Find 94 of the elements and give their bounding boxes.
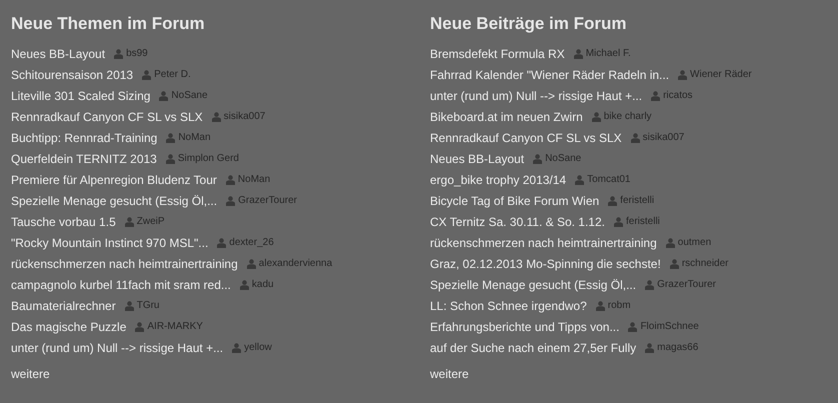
author-name[interactable]: alexandervienna: [258, 258, 332, 269]
author-name[interactable]: feristelli: [626, 216, 660, 227]
topic-link[interactable]: unter (rund um) Null --> rissige Haut +...: [430, 88, 642, 102]
user-icon: [533, 154, 542, 164]
user-icon: [124, 216, 134, 226]
topic-link[interactable]: campagnolo kurbel 11fach mit sram red...: [11, 278, 231, 292]
author-name[interactable]: NoMan: [178, 132, 211, 143]
user-icon: [678, 70, 688, 80]
user-icon: [651, 90, 660, 100]
topic-link[interactable]: Spezielle Menage gesucht (Essig Öl,...: [430, 278, 636, 292]
author-name[interactable]: bike charly: [604, 111, 652, 122]
topic-link[interactable]: Das magische Puzzle: [11, 320, 126, 334]
user-icon: [135, 322, 144, 332]
user-icon: [159, 90, 168, 100]
topic-link[interactable]: Schitourensaison 2013: [11, 68, 134, 82]
user-icon: [666, 238, 675, 248]
user-icon: [226, 174, 235, 184]
author-name[interactable]: Simplon Gerd: [178, 153, 239, 164]
author-name[interactable]: Peter D.: [154, 69, 191, 80]
topic-link[interactable]: rückenschmerzen nach heimtrainertraining: [11, 256, 238, 270]
more-link[interactable]: weitere: [430, 367, 469, 381]
user-icon: [166, 132, 176, 142]
author-name[interactable]: yellow: [244, 342, 272, 353]
topic-link[interactable]: "Rocky Mountain Instinct 970 MSL"...: [11, 236, 208, 250]
topic-link[interactable]: Tausche vorbau 1.5: [11, 214, 116, 228]
user-icon: [596, 300, 605, 310]
author-name[interactable]: bs99: [126, 48, 148, 59]
user-icon: [645, 280, 654, 290]
topic-link[interactable]: Rennradkauf Canyon CF SL vs SLX: [11, 110, 203, 124]
topic-link[interactable]: ergo_bike trophy 2013/14: [430, 172, 566, 186]
author-name[interactable]: magas66: [657, 342, 698, 353]
author-name[interactable]: feristelli: [620, 195, 654, 206]
author-name[interactable]: outmen: [678, 237, 712, 248]
user-icon: [608, 196, 618, 206]
user-icon: [614, 216, 623, 226]
topic-link[interactable]: Bicycle Tag of Bike Forum Wien: [430, 194, 600, 208]
user-icon: [574, 48, 583, 58]
topic-link[interactable]: Premiere für Alpenregion Bludenz Tour: [11, 172, 217, 186]
topic-link[interactable]: Bikeboard.at im neuen Zwirn: [430, 110, 583, 124]
user-icon: [645, 342, 654, 352]
author-name[interactable]: Wiener Räder: [690, 69, 752, 80]
topic-link[interactable]: Liteville 301 Scaled Sizing: [11, 88, 150, 102]
author-name[interactable]: sisika007: [224, 111, 266, 122]
user-icon: [240, 280, 249, 290]
topic-link[interactable]: LL: Schon Schnee irgendwo?: [430, 298, 587, 312]
user-icon: [246, 258, 256, 268]
user-icon: [575, 174, 584, 184]
user-icon: [212, 112, 221, 122]
user-icon: [217, 238, 226, 248]
topic-link[interactable]: auf der Suche nach einem 27,5er Fully: [430, 340, 636, 354]
user-icon: [628, 322, 638, 332]
topic-link[interactable]: CX Ternitz Sa. 30.11. & So. 1.12.: [430, 214, 605, 228]
user-icon: [166, 154, 175, 164]
topic-link[interactable]: Baumaterialrechner: [11, 298, 116, 312]
topic-link[interactable]: Neues BB-Layout: [430, 152, 524, 166]
author-name[interactable]: NoMan: [238, 174, 270, 185]
author-name[interactable]: dexter_26: [229, 237, 274, 248]
section-heading: Neue Beiträge im Forum: [430, 13, 626, 35]
user-icon: [142, 70, 152, 80]
topic-link[interactable]: Neues BB-Layout: [11, 46, 106, 60]
author-name[interactable]: AIR-MARKY: [147, 321, 203, 332]
user-icon: [630, 132, 640, 142]
author-name[interactable]: GrazerTourer: [238, 195, 298, 206]
user-icon: [226, 196, 236, 206]
author-name[interactable]: NoSane: [171, 90, 208, 101]
topic-link[interactable]: Fahrrad Kalender "Wiener Räder Radeln in...: [430, 68, 670, 82]
author-name[interactable]: Michael F.: [586, 48, 631, 59]
topic-link[interactable]: Querfeldein TERNITZ 2013: [11, 152, 157, 166]
author-name[interactable]: FloimSchnee: [640, 321, 699, 332]
author-name[interactable]: TGru: [136, 300, 160, 311]
more-link[interactable]: weitere: [11, 367, 50, 381]
topic-link[interactable]: Erfahrungsberichte und Tipps von...: [430, 320, 620, 334]
topic-link[interactable]: Rennradkauf Canyon CF SL vs SLX: [430, 130, 622, 144]
topic-link[interactable]: rückenschmerzen nach heimtrainertraining: [430, 236, 657, 250]
topic-link[interactable]: Buchtipp: Rennrad-Training: [11, 130, 158, 144]
topic-link[interactable]: Graz, 02.12.2013 Mo-Spinning die sechste!: [430, 256, 661, 270]
user-icon: [232, 342, 242, 352]
user-icon: [124, 300, 134, 310]
topic-link[interactable]: unter (rund um) Null --> rissige Haut +...: [11, 340, 224, 354]
user-icon: [114, 48, 124, 58]
author-name[interactable]: GrazerTourer: [657, 279, 716, 290]
author-name[interactable]: rschneider: [682, 258, 729, 269]
topic-link[interactable]: Spezielle Menage gesucht (Essig Öl,...: [11, 194, 218, 208]
author-name[interactable]: ZweiP: [136, 216, 165, 227]
author-name[interactable]: kadu: [252, 279, 274, 290]
topic-link[interactable]: Bremsdefekt Formula RX: [430, 46, 565, 60]
section-heading: Neue Themen im Forum: [11, 13, 205, 35]
author-name[interactable]: robm: [608, 300, 631, 311]
user-icon: [592, 112, 601, 122]
author-name[interactable]: Tomcat01: [587, 174, 630, 185]
author-name[interactable]: NoSane: [545, 153, 582, 164]
user-icon: [670, 258, 679, 268]
author-name[interactable]: sisika007: [642, 132, 684, 143]
author-name[interactable]: ricatos: [663, 90, 693, 101]
